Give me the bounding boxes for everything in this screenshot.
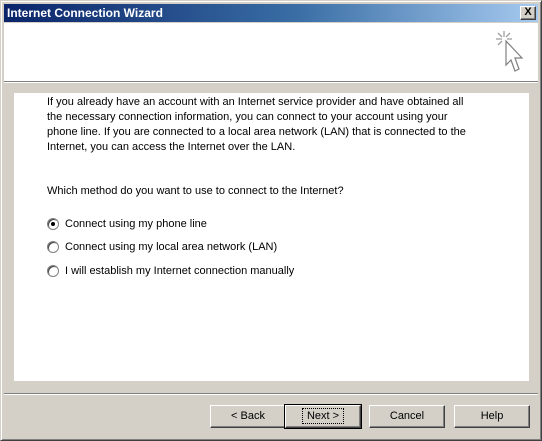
back-button[interactable]: < Back: [210, 405, 286, 428]
cancel-button-label: Cancel: [389, 410, 425, 422]
next-button[interactable]: Next >: [284, 404, 362, 429]
intro-text: If you already have an account with an I…: [47, 95, 497, 155]
wizard-cursor-icon: [496, 31, 524, 72]
option-label[interactable]: Connect using my phone line: [65, 218, 207, 230]
button-divider-highlight: [4, 394, 538, 395]
window-title: Internet Connection Wizard: [7, 6, 163, 20]
option-label[interactable]: I will establish my Internet connection …: [65, 265, 294, 277]
help-button[interactable]: Help: [454, 405, 530, 428]
intro-line: If you already have an account with an I…: [47, 96, 464, 108]
intro-line: phone line. If you are connected to a lo…: [47, 126, 466, 138]
help-button-label: Help: [480, 410, 504, 422]
intro-line: Internet, you can access the Internet ov…: [47, 141, 296, 153]
option-phone-line[interactable]: Connect using my phone line: [47, 216, 207, 232]
radio-manual[interactable]: [47, 265, 59, 277]
option-label[interactable]: Connect using my local area network (LAN…: [65, 241, 277, 253]
cancel-button[interactable]: Cancel: [369, 405, 445, 428]
method-question: Which method do you want to use to conne…: [47, 185, 344, 197]
wizard-header: [4, 23, 538, 81]
wizard-content: If you already have an account with an I…: [14, 93, 529, 381]
radio-lan[interactable]: [47, 241, 59, 253]
intro-line: the necessary connection information, yo…: [47, 111, 448, 123]
option-lan[interactable]: Connect using my local area network (LAN…: [47, 239, 277, 255]
close-button[interactable]: X: [520, 6, 536, 20]
option-manual[interactable]: I will establish my Internet connection …: [47, 263, 294, 279]
title-bar[interactable]: Internet Connection Wizard X: [4, 4, 538, 22]
radio-phone-line[interactable]: [47, 218, 59, 230]
next-button-label: Next >: [301, 408, 345, 424]
header-divider-highlight: [4, 82, 538, 83]
wizard-window: Internet Connection Wizard X If you alre…: [0, 0, 542, 441]
back-button-label: < Back: [231, 410, 265, 422]
